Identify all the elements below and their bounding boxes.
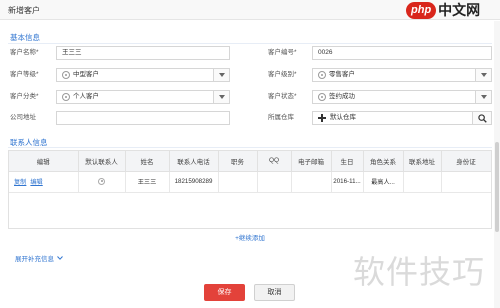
warehouse-input[interactable]: 默认仓库 (312, 111, 492, 125)
customer-level-label: 客户级别* (268, 71, 297, 78)
circle-icon (318, 71, 326, 79)
cell-name: 王三三 (125, 171, 170, 193)
customer-name-label: 客户名称* (10, 49, 39, 56)
customer-status-value: 签约成功 (329, 93, 355, 100)
save-button[interactable]: 保存 (204, 284, 245, 301)
site-logo: php 中文网 (406, 1, 480, 19)
vertical-scrollbar[interactable] (494, 21, 500, 308)
cell-phone: 18215908289 (169, 171, 219, 193)
contact-birthday: 2016-11... (333, 178, 361, 185)
customer-code-value: 0026 (318, 49, 333, 56)
add-contact-link[interactable]: +继续添加 (200, 232, 300, 242)
customer-code-input[interactable]: 0026 (312, 46, 492, 60)
cell-qq (257, 171, 292, 193)
section-divider (8, 147, 492, 148)
customer-status-label: 客户状态* (268, 93, 297, 100)
plus-icon[interactable] (318, 114, 326, 122)
chevron-down-icon[interactable] (475, 91, 491, 103)
expand-supplement-label: 展开补充信息 (15, 256, 54, 263)
circle-icon (318, 93, 326, 101)
cell-role: 最高人... (363, 171, 404, 193)
contact-role: 最高人... (371, 179, 395, 186)
column-header-phone: 联系人电话 (169, 151, 219, 172)
column-header-birthday: 生日 (331, 151, 364, 172)
customer-status-select[interactable]: 签约成功 (312, 90, 492, 104)
chevron-down-icon[interactable] (475, 69, 491, 81)
contact-name: 王三三 (137, 179, 157, 186)
cell-birthday: 2016-11... (331, 171, 364, 193)
contact-phone: 18215908289 (174, 178, 213, 185)
circle-icon (62, 71, 70, 79)
cell-address (403, 171, 442, 193)
edit-contact-link[interactable]: 编辑 (30, 179, 42, 186)
circle-icon (62, 93, 70, 101)
column-header-email: 电子邮箱 (291, 151, 332, 172)
company-address-label: 公司地址 (10, 114, 36, 121)
scrollbar-thumb[interactable] (495, 142, 499, 232)
column-header-default-contact: 默认联系人 (78, 151, 126, 172)
warehouse-value: 默认仓库 (330, 114, 356, 121)
customer-category-select[interactable]: 个人客户 (56, 90, 230, 104)
contact-row[interactable]: 复制 编辑 王三三 18215908289 2016-11... 最高人... (9, 171, 491, 193)
warehouse-label: 所属仓库 (268, 114, 294, 121)
expand-supplement-toggle[interactable]: 展开补充信息 (15, 253, 63, 263)
customer-category-value: 个人客户 (73, 93, 99, 100)
customer-code-label: 客户编号* (268, 49, 297, 56)
customer-grade-select[interactable]: 中型客户 (56, 68, 230, 82)
chevron-down-icon[interactable] (213, 91, 229, 103)
radio-icon[interactable] (98, 177, 105, 185)
column-header-role: 角色关系 (363, 151, 404, 172)
cell-default-contact (78, 171, 126, 193)
copy-contact-link[interactable]: 复制 (14, 179, 26, 186)
cell-id-card (441, 171, 491, 193)
customer-grade-label: 客户等级* (10, 71, 39, 78)
column-header-address: 联系地址 (403, 151, 442, 172)
column-header-position: 职务 (218, 151, 258, 172)
column-header-qq: QQ (257, 151, 292, 172)
watermark: 软件技巧 (353, 254, 486, 290)
search-icon[interactable] (472, 112, 491, 124)
cell-position (218, 171, 258, 193)
customer-level-value: 零售客户 (329, 71, 355, 78)
logo-badge: php (406, 1, 437, 19)
section-divider (8, 43, 492, 44)
logo-text: 中文网 (438, 1, 481, 18)
customer-name-value: 王三三 (62, 49, 82, 56)
contacts-table: 编辑 默认联系人 姓名 联系人电话 职务 QQ 电子邮箱 生日 角色关系 联系地址 身份证 复制 编辑… (8, 150, 492, 229)
table-header-row: 编辑 默认联系人 姓名 联系人电话 职务 QQ 电子邮箱 生日 角色关系 联系地址 身份证 (9, 151, 491, 172)
cell-email (291, 171, 332, 193)
basic-info-title: 基本信息 (10, 33, 40, 42)
contacts-title: 联系人信息 (10, 138, 48, 147)
customer-level-select[interactable]: 零售客户 (312, 68, 492, 82)
column-header-name: 姓名 (125, 151, 170, 172)
customer-grade-value: 中型客户 (73, 71, 99, 78)
customer-name-input[interactable]: 王三三 (56, 46, 230, 60)
customer-category-label: 客户分类* (10, 93, 39, 100)
column-header-edit: 编辑 (9, 151, 79, 172)
cell-edit: 复制 编辑 (9, 171, 79, 193)
chevron-down-icon (57, 256, 63, 260)
company-address-input[interactable] (56, 111, 230, 125)
chevron-down-icon[interactable] (213, 69, 229, 81)
cancel-button[interactable]: 取消 (254, 284, 295, 301)
dialog-title: 新增客户 (8, 6, 40, 15)
column-header-id-card: 身份证 (441, 151, 491, 172)
